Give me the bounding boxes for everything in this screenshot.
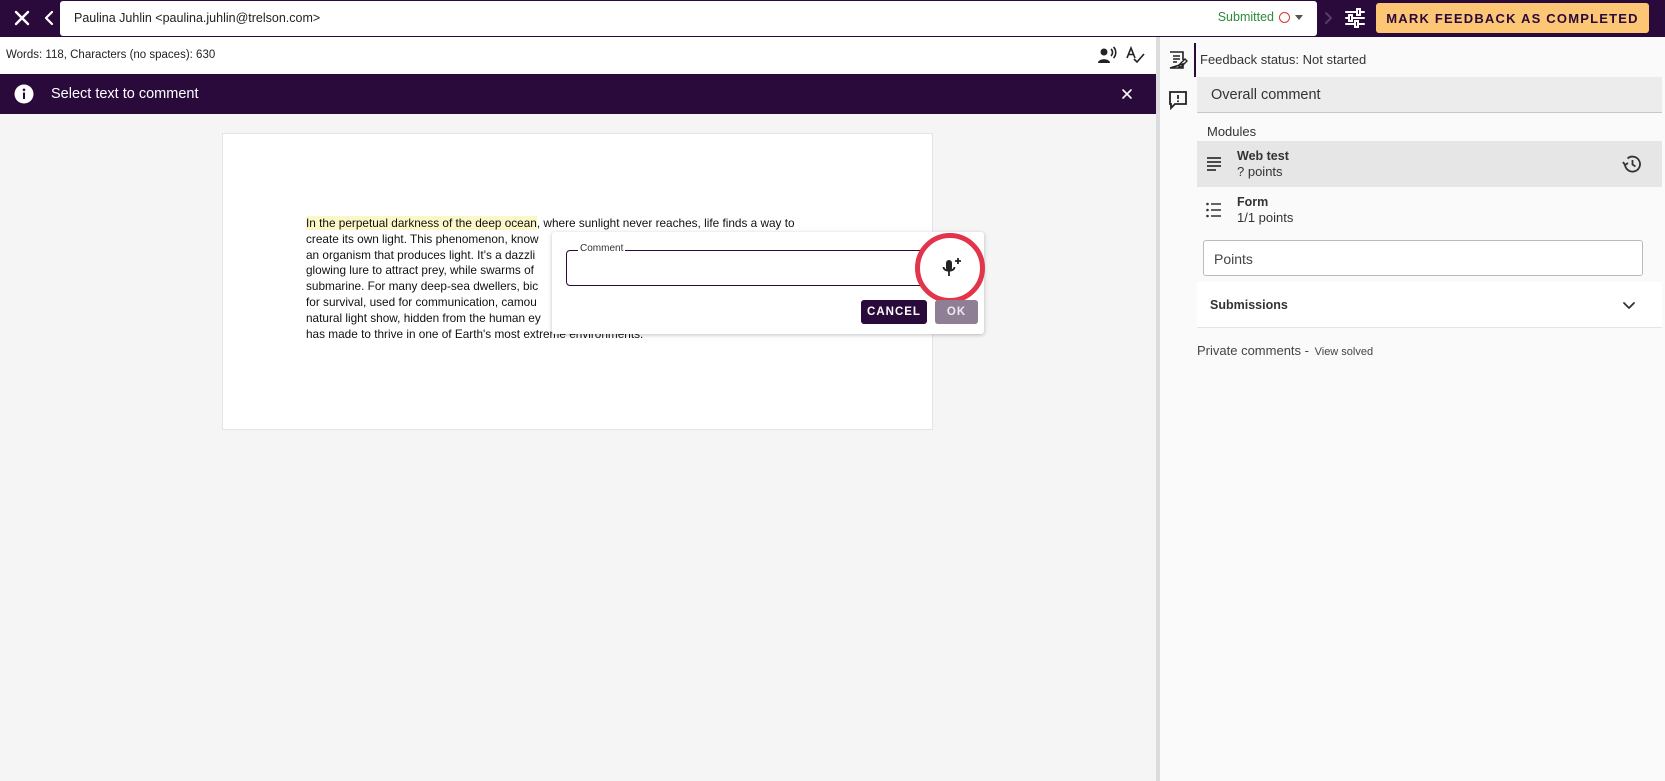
editor-pane: Words: 118, Characters (no spaces): 630 (0, 37, 1156, 781)
overall-comment-label: Overall comment (1211, 87, 1321, 103)
text-lines-icon (1205, 155, 1223, 173)
comment-alert-icon (1168, 90, 1188, 111)
chevron-down-icon (1620, 296, 1638, 314)
word-count: Words: 118, Characters (no spaces): 630 (6, 49, 216, 61)
submissions-accordion[interactable]: Submissions (1197, 282, 1662, 328)
module-item-web-test[interactable]: Web test ? points (1197, 141, 1662, 187)
info-banner: Select text to comment (0, 74, 1156, 114)
module-name: Form (1237, 195, 1269, 209)
module-name: Web test (1237, 149, 1289, 163)
history-icon[interactable] (1621, 153, 1643, 175)
tab-feedback[interactable] (1160, 43, 1196, 77)
view-solved-link[interactable]: View solved (1315, 346, 1374, 358)
points-placeholder: Points (1214, 251, 1253, 267)
highlighted-text: In the perpetual darkness of the deep oc… (306, 216, 537, 230)
status-circle-icon (1279, 11, 1290, 23)
chevron-left-icon[interactable] (40, 7, 58, 29)
submissions-label: Submissions (1210, 298, 1288, 312)
private-comments-label: Private comments - (1197, 343, 1309, 358)
spellcheck-icon[interactable] (1125, 45, 1145, 64)
mic-plus-icon (940, 256, 964, 280)
module-points: ? points (1237, 164, 1283, 179)
tab-comments[interactable] (1160, 83, 1196, 117)
caret-down-icon (1295, 14, 1303, 20)
top-bar: Paulina Juhlin <paulina.juhlin@trelson.c… (0, 0, 1665, 37)
modules-heading: Modules (1207, 124, 1257, 139)
feedback-status: Feedback status: Not started (1200, 52, 1367, 67)
status-text: Submitted (1217, 10, 1274, 24)
module-item-form[interactable]: Form 1/1 points (1197, 187, 1662, 233)
student-name: Paulina Juhlin <paulina.juhlin@trelson.c… (74, 11, 321, 25)
close-icon[interactable] (1118, 85, 1136, 103)
voice-comment-button[interactable] (915, 233, 985, 303)
rate-review-icon (1168, 50, 1188, 70)
banner-text: Select text to comment (51, 86, 199, 102)
comment-field[interactable] (566, 250, 928, 286)
tune-icon[interactable] (1343, 7, 1367, 29)
essay-line-text: , where sunlight never reaches, life fin… (536, 216, 795, 230)
list-icon (1205, 201, 1223, 219)
ok-button[interactable]: OK (935, 300, 978, 324)
info-icon (14, 84, 34, 104)
comment-label: Comment (578, 243, 626, 254)
comment-popup: Comment CANCEL OK (552, 232, 985, 334)
text-to-speech-icon[interactable] (1097, 46, 1117, 64)
cancel-button[interactable]: CANCEL (861, 300, 927, 324)
points-field[interactable]: Points (1203, 240, 1643, 276)
mark-feedback-completed-button[interactable]: MARK FEEDBACK AS COMPLETED (1376, 3, 1649, 33)
module-points: 1/1 points (1237, 210, 1294, 225)
overall-comment-field[interactable]: Overall comment (1197, 77, 1662, 113)
chevron-right-icon[interactable] (1321, 8, 1335, 28)
essay-line: In the perpetual darkness of the deep oc… (306, 216, 826, 232)
comment-input[interactable] (569, 253, 923, 283)
close-icon[interactable] (10, 6, 34, 30)
editor-toolbar: Words: 118, Characters (no spaces): 630 (0, 37, 1156, 74)
student-selector[interactable]: Paulina Juhlin <paulina.juhlin@trelson.c… (60, 1, 1317, 36)
private-comments: Private comments - View solved (1197, 343, 1373, 358)
status-dropdown[interactable]: Submitted (1218, 10, 1303, 24)
feedback-sidebar: Feedback status: Not started Overall com… (1160, 37, 1665, 781)
